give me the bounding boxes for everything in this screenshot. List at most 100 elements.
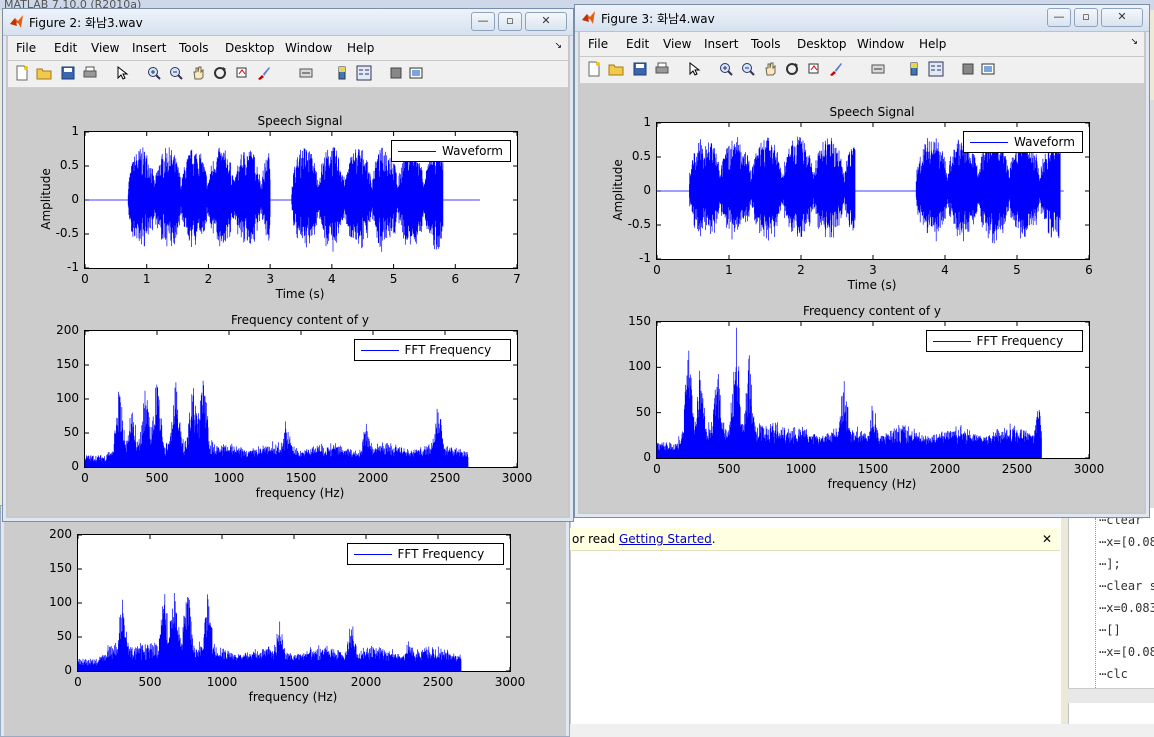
zoom-in-icon[interactable] bbox=[146, 65, 162, 81]
data-cursor-icon[interactable] bbox=[806, 61, 822, 77]
zoom-out-icon[interactable] bbox=[740, 61, 756, 77]
open-folder-icon[interactable] bbox=[608, 61, 624, 77]
menu-desktop[interactable]: Desktop bbox=[797, 37, 847, 51]
show-tools-icon[interactable] bbox=[408, 65, 424, 81]
colorbar-icon[interactable] bbox=[906, 61, 922, 77]
history-item[interactable]: ⋯clear s bbox=[1099, 579, 1154, 593]
print-icon[interactable] bbox=[82, 65, 98, 81]
print-icon[interactable] bbox=[654, 61, 670, 77]
y-tick-label: 200 bbox=[56, 323, 79, 337]
legend-label: FFT Frequency bbox=[404, 343, 492, 357]
x-tick-label: 2500 bbox=[429, 471, 461, 485]
history-item[interactable]: ⋯[] bbox=[1099, 623, 1121, 637]
x-tick-label: 3 bbox=[869, 263, 877, 277]
figure-window-background[interactable]: 0 500 1000 1500 2000 2500 3000 0 50 100 150 200 FFT … bbox=[0, 505, 570, 737]
pointer-icon[interactable] bbox=[686, 61, 702, 77]
history-item[interactable]: ⋯x=[0.08 bbox=[1099, 535, 1154, 549]
brush-icon[interactable] bbox=[256, 65, 272, 81]
menubar: File Edit View Insert Tools Desktop Window Help… bbox=[8, 36, 568, 60]
hide-tools-icon[interactable] bbox=[960, 61, 976, 77]
zoom-in-icon[interactable] bbox=[718, 61, 734, 77]
waveform-axes[interactable]: 0 1 2 3 4 5 6 7 -1 -0.5 0 0.5 1 Waveform bbox=[56, 124, 521, 286]
y-tick-label: -0.5 bbox=[55, 226, 79, 240]
x-tick-label: 1000 bbox=[206, 675, 238, 689]
fft-axes[interactable]: 0 500 1000 1500 2000 2500 3000 0 50 100 150 200 FFT … bbox=[49, 527, 525, 689]
menu-window[interactable]: Window bbox=[857, 37, 904, 51]
history-item[interactable]: ⋯clc bbox=[1099, 667, 1128, 681]
menu-tools[interactable]: Tools bbox=[179, 41, 209, 55]
menubar: File Edit View Insert Tools Desktop Window Help… bbox=[580, 32, 1144, 56]
legend[interactable]: FFT Frequency bbox=[353, 339, 511, 361]
pointer-icon[interactable] bbox=[114, 65, 130, 81]
menu-tools[interactable]: Tools bbox=[751, 37, 781, 51]
data-cursor-icon[interactable] bbox=[234, 65, 250, 81]
brush-icon[interactable] bbox=[828, 61, 844, 77]
figure-window-3[interactable]: Figure 3: 화남4.wav — ▫ ✕ File Edit View Insert… bbox=[574, 4, 1150, 518]
fft-axes[interactable]: 0 500 1000 1500 2000 2500 3000 0 50 100 150 FFT Fre… bbox=[628, 314, 1104, 476]
new-file-icon[interactable] bbox=[14, 65, 30, 81]
fft-axes[interactable]: 0 500 1000 1500 2000 2500 3000 0 50 100 150 200 FFT … bbox=[56, 323, 532, 485]
y-tick-label: 0 bbox=[71, 192, 79, 206]
legend-icon[interactable] bbox=[928, 61, 944, 77]
legend[interactable]: Waveform bbox=[963, 131, 1083, 153]
link-icon[interactable] bbox=[870, 61, 886, 77]
y-tick-label: 100 bbox=[56, 391, 79, 405]
zoom-out-icon[interactable] bbox=[168, 65, 184, 81]
rotate-icon[interactable] bbox=[212, 65, 228, 81]
history-item[interactable]: ⋯]; bbox=[1099, 557, 1121, 571]
menu-dock-arrow-icon[interactable]: ↘ bbox=[1130, 37, 1138, 47]
window-titlebar[interactable]: Figure 2: 화남3.wav — ▫ ✕ bbox=[3, 9, 573, 36]
x-tick-label: 7 bbox=[513, 272, 521, 286]
history-scrollbar[interactable] bbox=[1068, 688, 1154, 703]
rotate-icon[interactable] bbox=[784, 61, 800, 77]
figure-window-2[interactable]: Figure 2: 화남3.wav — ▫ ✕ File Edit View Insert… bbox=[2, 8, 574, 522]
save-icon[interactable] bbox=[632, 61, 648, 77]
window-titlebar[interactable]: Figure 3: 화남4.wav — ▫ ✕ bbox=[575, 5, 1149, 32]
menu-help[interactable]: Help bbox=[347, 41, 374, 55]
legend[interactable]: Waveform bbox=[391, 140, 511, 162]
x-tick-label: 2000 bbox=[350, 675, 382, 689]
colorbar-icon[interactable] bbox=[334, 65, 350, 81]
menu-edit[interactable]: Edit bbox=[626, 37, 649, 51]
maximize-button[interactable]: ▫ bbox=[498, 12, 522, 31]
link-icon[interactable] bbox=[298, 65, 314, 81]
new-file-icon[interactable] bbox=[586, 61, 602, 77]
hide-tools-icon[interactable] bbox=[388, 65, 404, 81]
close-button[interactable]: ✕ bbox=[1101, 8, 1143, 27]
waveform-axes[interactable]: 0 1 2 3 4 5 6 -1 -0.5 0 0.5 1 Waveform bbox=[628, 115, 1093, 277]
pan-icon[interactable] bbox=[762, 61, 778, 77]
save-icon[interactable] bbox=[60, 65, 76, 81]
y-tick-label: 100 bbox=[628, 359, 651, 374]
legend[interactable]: FFT Frequency bbox=[346, 543, 504, 565]
menu-insert[interactable]: Insert bbox=[704, 37, 738, 51]
menu-window[interactable]: Window bbox=[285, 41, 332, 55]
minimize-button[interactable]: — bbox=[1047, 8, 1071, 27]
legend-icon[interactable] bbox=[356, 65, 372, 81]
menu-help[interactable]: Help bbox=[919, 37, 946, 51]
menu-edit[interactable]: Edit bbox=[54, 41, 77, 55]
legend[interactable]: FFT Frequency bbox=[925, 330, 1083, 352]
getting-started-link[interactable]: Getting Started bbox=[619, 532, 712, 546]
menu-insert[interactable]: Insert bbox=[132, 41, 166, 55]
menu-file[interactable]: File bbox=[588, 37, 608, 51]
open-folder-icon[interactable] bbox=[36, 65, 52, 81]
show-tools-icon[interactable] bbox=[980, 61, 996, 77]
window-title: Figure 2: 화남3.wav bbox=[29, 16, 143, 30]
axes-title: Speech Signal bbox=[829, 105, 915, 119]
close-button[interactable]: ✕ bbox=[525, 12, 567, 31]
menu-dock-arrow-icon[interactable]: ↘ bbox=[554, 41, 562, 51]
minimize-button[interactable]: — bbox=[471, 12, 495, 31]
menu-file[interactable]: File bbox=[16, 41, 36, 55]
y-tick-label: 150 bbox=[628, 314, 651, 328]
toolbar bbox=[580, 57, 1144, 84]
menu-desktop[interactable]: Desktop bbox=[225, 41, 275, 55]
maximize-button[interactable]: ▫ bbox=[1074, 8, 1098, 27]
history-item[interactable]: ⋯x=[0.08 bbox=[1099, 645, 1154, 659]
pan-icon[interactable] bbox=[190, 65, 206, 81]
y-tick-label: 150 bbox=[49, 561, 72, 575]
menu-view[interactable]: View bbox=[91, 41, 119, 55]
close-icon[interactable]: ✕ bbox=[1040, 528, 1054, 550]
x-tick-label: 6 bbox=[1085, 263, 1093, 277]
history-item[interactable]: ⋯x=0.083 bbox=[1099, 601, 1154, 615]
menu-view[interactable]: View bbox=[663, 37, 691, 51]
